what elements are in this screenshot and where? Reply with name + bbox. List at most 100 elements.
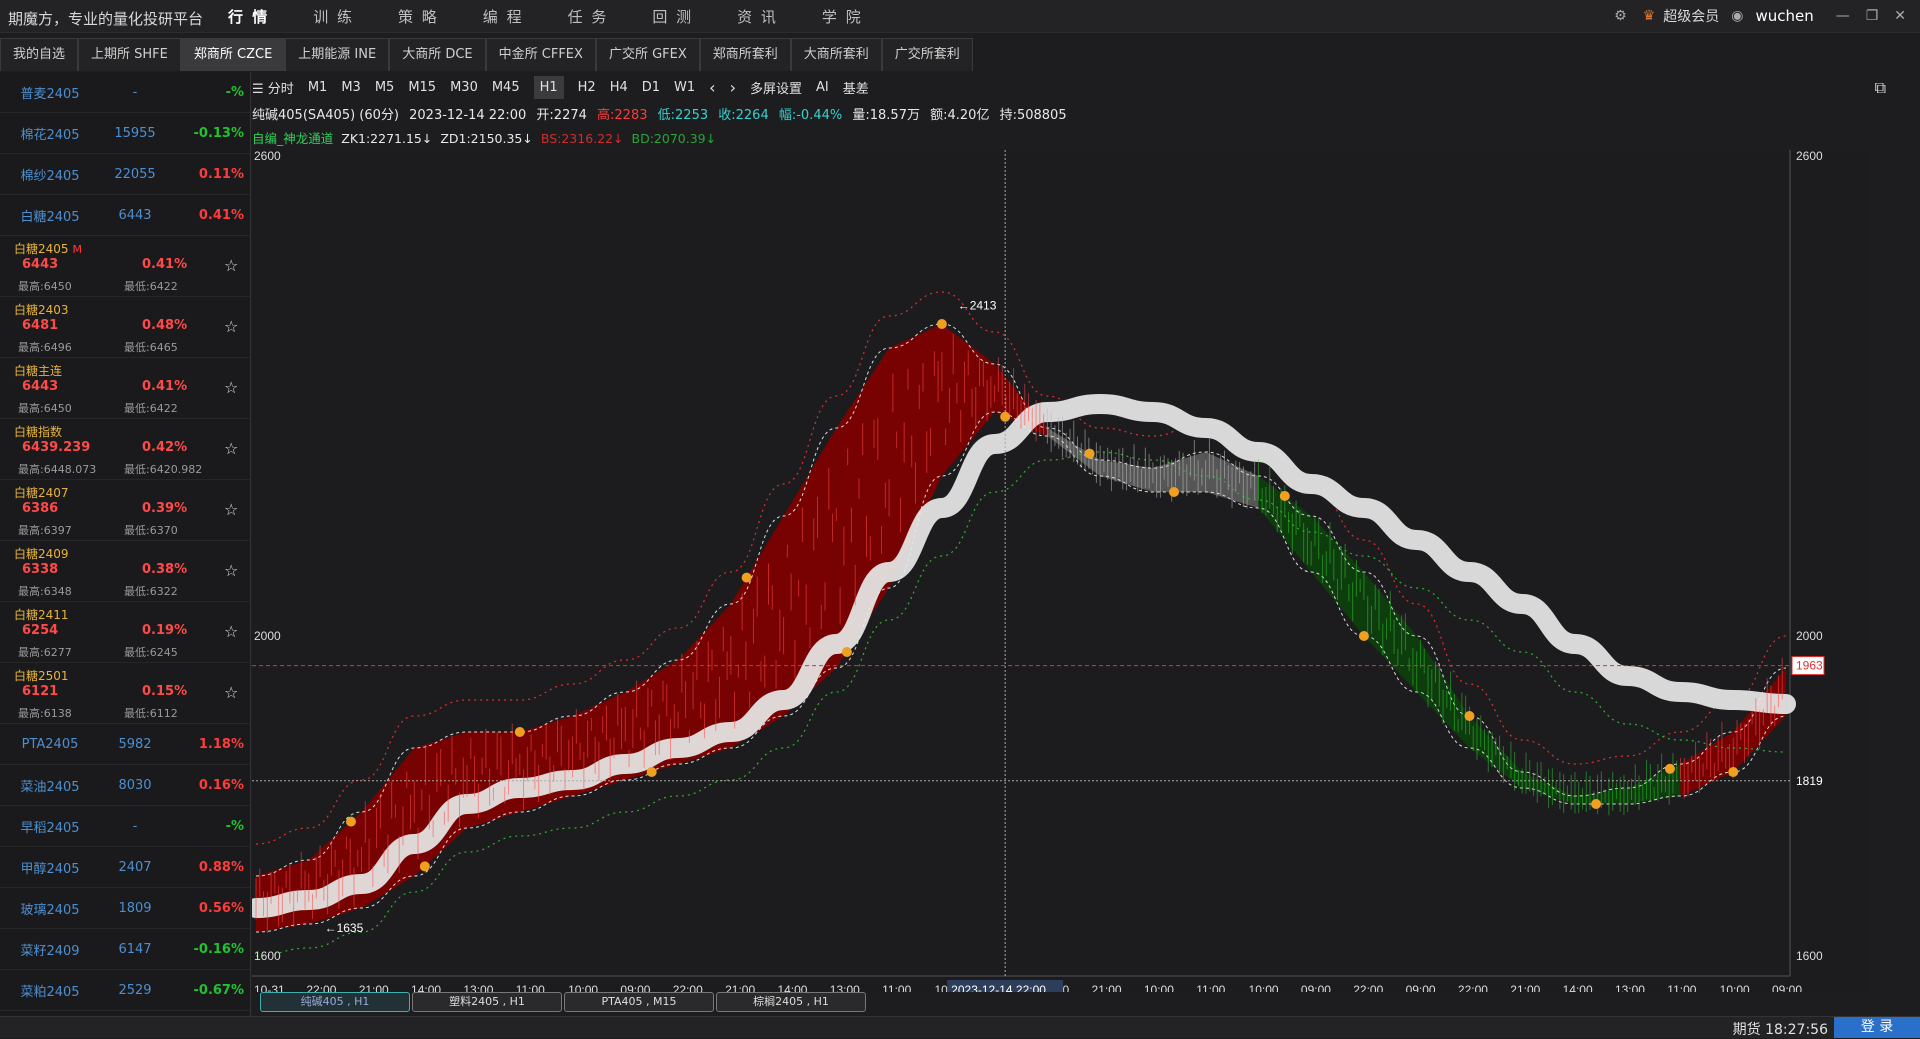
card-name: 白糖指数 bbox=[14, 425, 63, 439]
period-w1[interactable]: W1 bbox=[674, 80, 695, 95]
contract-change: 0.11% bbox=[198, 166, 244, 182]
list-item[interactable]: 菜籽2409 6147 -0.16% bbox=[0, 929, 250, 970]
tab-gfex[interactable]: 广交所 GFEX bbox=[595, 38, 700, 71]
star-icon[interactable]: ☆ bbox=[224, 256, 238, 275]
list-item[interactable]: 甲醇2405 2407 0.88% bbox=[0, 847, 250, 888]
chart-tab-pta[interactable]: PTA405 , M15 bbox=[564, 992, 714, 1012]
list-item[interactable]: 菜粕2405 2529 -0.67% bbox=[0, 970, 250, 1011]
list-item[interactable]: PTA2405 5982 1.18% bbox=[0, 724, 250, 765]
list-item[interactable]: 早稻2405 - -% bbox=[0, 806, 250, 847]
period-h1[interactable]: H1 bbox=[533, 75, 564, 99]
top-nav: 行 情 训 练 策 略 编 程 任 务 回 测 资 讯 学 院 bbox=[228, 6, 907, 27]
info-open-interest: 持:508805 bbox=[999, 108, 1067, 123]
price-chart[interactable]: 1600 1600 2000 2000 2600 2600 1963 1819 ←2413 ←16… bbox=[246, 149, 1870, 998]
tab-dce[interactable]: 大商所 DCE bbox=[389, 38, 486, 71]
info-amplitude: 幅:-0.44% bbox=[778, 108, 843, 123]
nav-quotes[interactable]: 行 情 bbox=[228, 6, 269, 27]
avatar-icon[interactable]: ◉ bbox=[1731, 8, 1743, 24]
period-tick[interactable]: ☰ 分时 bbox=[252, 78, 294, 97]
card-high: 最高:6138 bbox=[18, 707, 72, 720]
signal-dot bbox=[1358, 631, 1369, 641]
quote-card[interactable]: 白糖2405 M 6443 0.41% 最高:6450 最低:6422 ☆ bbox=[0, 236, 250, 297]
card-name: 白糖2407 bbox=[14, 486, 69, 500]
quote-card[interactable]: 白糖2403 6481 0.48% 最高:6496 最低:6465 ☆ bbox=[0, 297, 250, 358]
quote-card[interactable]: 白糖指数 6439.239 0.42% 最高:6448.073 最低:6420.982 ☆ bbox=[0, 419, 250, 480]
tab-czce[interactable]: 郑商所 CZCE bbox=[180, 38, 286, 71]
star-icon[interactable]: ☆ bbox=[224, 317, 238, 336]
period-m3[interactable]: M3 bbox=[341, 80, 361, 95]
list-item[interactable]: 普麦2405 - -% bbox=[0, 72, 250, 113]
quote-card[interactable]: 白糖2501 6121 0.15% 最高:6138 最低:6112 ☆ bbox=[0, 663, 250, 724]
info-high: 高:2283 bbox=[597, 108, 648, 123]
basis-button[interactable]: 基差 bbox=[843, 78, 869, 97]
nav-training[interactable]: 训 练 bbox=[313, 6, 354, 27]
chart-tab-sa405[interactable]: 纯碱405 , H1 bbox=[260, 992, 410, 1012]
chevron-left-icon[interactable]: ‹ bbox=[709, 78, 715, 97]
chart-tab-palm[interactable]: 棕榈2405 , H1 bbox=[716, 992, 866, 1012]
list-icon: ☰ bbox=[252, 81, 268, 97]
list-item[interactable]: 玻璃2405 1809 0.56% bbox=[0, 888, 250, 929]
username[interactable]: wuchen bbox=[1755, 7, 1813, 25]
close-icon[interactable]: ✕ bbox=[1894, 8, 1906, 24]
contract-change: 0.16% bbox=[198, 777, 244, 793]
nav-news[interactable]: 资 讯 bbox=[737, 6, 778, 27]
signal-dot bbox=[841, 647, 852, 657]
x-tick-label: 09:00 bbox=[1772, 983, 1802, 992]
nav-programming[interactable]: 编 程 bbox=[483, 6, 524, 27]
contract-price: 2407 bbox=[118, 859, 152, 875]
tab-dce-arb[interactable]: 大商所套利 bbox=[790, 38, 882, 71]
contract-name: 普麦2405 bbox=[20, 86, 80, 102]
star-icon[interactable]: ☆ bbox=[224, 500, 238, 519]
quote-card[interactable]: 白糖主连 6443 0.41% 最高:6450 最低:6422 ☆ bbox=[0, 358, 250, 419]
nav-backtest[interactable]: 回 测 bbox=[652, 6, 693, 27]
card-price: 6121 bbox=[22, 684, 59, 699]
settings-icon[interactable]: ⚙ bbox=[1614, 8, 1627, 24]
list-item[interactable]: 菜油2405 8030 0.16% bbox=[0, 765, 250, 806]
period-m30[interactable]: M30 bbox=[450, 80, 478, 95]
restore-icon[interactable]: ❐ bbox=[1866, 8, 1879, 24]
period-m1[interactable]: M1 bbox=[308, 80, 328, 95]
nav-academy[interactable]: 学 院 bbox=[822, 6, 863, 27]
period-m45[interactable]: M45 bbox=[492, 80, 520, 95]
period-h4[interactable]: H4 bbox=[610, 80, 628, 95]
period-d1[interactable]: D1 bbox=[642, 80, 660, 95]
contract-name: 菜籽2409 bbox=[20, 943, 80, 959]
quote-card[interactable]: 白糖2407 6386 0.39% 最高:6397 最低:6370 ☆ bbox=[0, 480, 250, 541]
tab-czce-arb[interactable]: 郑商所套利 bbox=[699, 38, 791, 71]
nav-tasks[interactable]: 任 务 bbox=[568, 6, 609, 27]
list-item[interactable]: 白糖2405 6443 0.41% bbox=[0, 195, 250, 236]
contract-change: 1.18% bbox=[198, 736, 244, 752]
card-low: 最低:6245 bbox=[124, 646, 178, 659]
star-icon[interactable]: ☆ bbox=[224, 561, 238, 580]
nav-strategy[interactable]: 策 略 bbox=[398, 6, 439, 27]
ai-button[interactable]: AI bbox=[816, 80, 829, 95]
list-item[interactable]: 棉纱2405 22055 0.11% bbox=[0, 154, 250, 195]
quote-card[interactable]: 白糖2411 6254 0.19% 最高:6277 最低:6245 ☆ bbox=[0, 602, 250, 663]
expand-icon[interactable]: ⧉ bbox=[1875, 78, 1886, 98]
card-name: 白糖2501 bbox=[14, 669, 69, 683]
window-controls: ⚙ ♛ 超级会员 ◉ wuchen — ❐ ✕ bbox=[1606, 0, 1920, 32]
star-icon[interactable]: ☆ bbox=[224, 378, 238, 397]
chart-tab-plastic[interactable]: 塑料2405 , H1 bbox=[412, 992, 562, 1012]
period-m5[interactable]: M5 bbox=[375, 80, 395, 95]
multi-screen-button[interactable]: 多屏设置 bbox=[750, 78, 802, 97]
period-m15[interactable]: M15 bbox=[408, 80, 436, 95]
star-icon[interactable]: ☆ bbox=[224, 439, 238, 458]
tab-gfex-arb[interactable]: 广交所套利 bbox=[881, 38, 973, 71]
x-tick-label: 11:00 bbox=[1667, 983, 1696, 992]
star-icon[interactable]: ☆ bbox=[224, 622, 238, 641]
tab-ine[interactable]: 上期能源 INE bbox=[285, 38, 390, 71]
chevron-right-icon[interactable]: › bbox=[730, 78, 736, 97]
minimize-icon[interactable]: — bbox=[1836, 8, 1850, 24]
tab-watchlist[interactable]: 我的自选 bbox=[0, 38, 79, 71]
tab-cffex[interactable]: 中金所 CFFEX bbox=[485, 38, 596, 71]
list-item[interactable]: 棉花2405 15955 -0.13% bbox=[0, 113, 250, 154]
quote-card[interactable]: 白糖2409 6338 0.38% 最高:6348 最低:6322 ☆ bbox=[0, 541, 250, 602]
star-icon[interactable]: ☆ bbox=[224, 683, 238, 702]
max-price-label: ←2413 bbox=[958, 299, 997, 313]
tab-shfe[interactable]: 上期所 SHFE bbox=[78, 38, 181, 71]
card-change: 0.39% bbox=[142, 501, 188, 516]
login-button[interactable]: 登 录 bbox=[1834, 1017, 1920, 1038]
chart-area[interactable]: 1600 1600 2000 2000 2600 2600 1963 1819 ←2413 ←16… bbox=[246, 149, 1870, 998]
period-h2[interactable]: H2 bbox=[578, 80, 596, 95]
